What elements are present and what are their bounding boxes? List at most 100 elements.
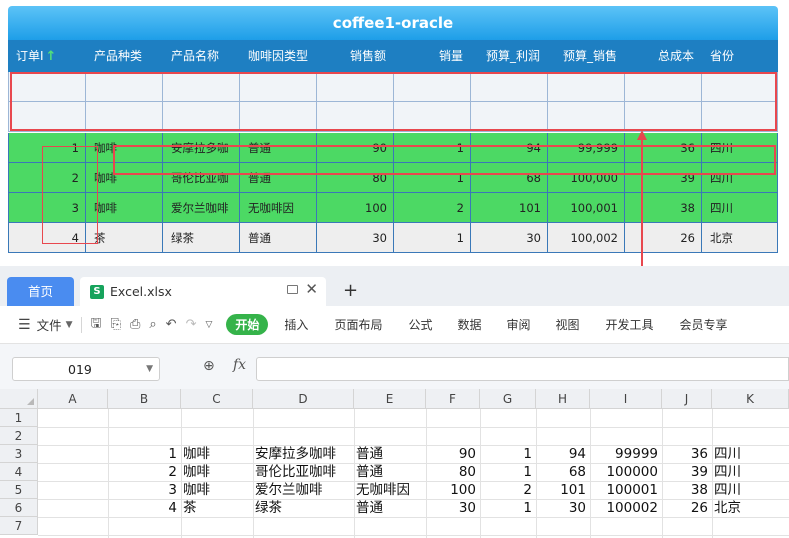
row-header[interactable]: 3 bbox=[0, 445, 38, 463]
ribbon-tab-page-layout[interactable]: 页面布局 bbox=[334, 316, 382, 333]
cell-category[interactable]: 茶 bbox=[181, 499, 253, 517]
column-header[interactable]: J bbox=[662, 389, 712, 409]
cell-caffeine-type[interactable]: 普通 bbox=[354, 463, 426, 481]
ribbon-tab-data[interactable]: 数据 bbox=[457, 316, 481, 333]
report-data-row[interactable]: 4 茶 绿茶 普通 30 1 30 100,002 26 北京 bbox=[8, 223, 778, 253]
cell-total-cost[interactable]: 36 bbox=[662, 445, 712, 463]
cell-category[interactable]: 咖啡 bbox=[181, 481, 253, 499]
column-header-quantity[interactable]: 销量 bbox=[394, 40, 471, 72]
row-header[interactable]: 7 bbox=[0, 517, 38, 535]
cell-budget-profit[interactable]: 68 bbox=[536, 463, 590, 481]
row-header[interactable]: 2 bbox=[0, 427, 38, 445]
cell-province[interactable]: 四川 bbox=[712, 463, 789, 481]
cell-caffeine-type[interactable]: 普通 bbox=[354, 445, 426, 463]
column-header[interactable]: K bbox=[712, 389, 789, 409]
redo-icon[interactable]: ↷ bbox=[186, 317, 197, 332]
cell-order-id[interactable]: 3 bbox=[108, 481, 181, 499]
cell-budget-profit[interactable]: 101 bbox=[536, 481, 590, 499]
column-header[interactable]: C bbox=[181, 389, 253, 409]
report-data-row[interactable]: 2 咖啡 哥伦比亚咖 普通 80 1 68 100,000 39 四川 bbox=[8, 163, 778, 193]
row-header[interactable]: 5 bbox=[0, 481, 38, 499]
cell-caffeine-type[interactable]: 无咖啡因 bbox=[354, 481, 426, 499]
column-header-total-cost[interactable]: 总成本 bbox=[625, 40, 702, 72]
cell-quantity[interactable]: 1 bbox=[480, 499, 536, 517]
chevron-down-icon[interactable]: ▼ bbox=[66, 320, 73, 330]
cell-sales[interactable]: 100 bbox=[426, 481, 480, 499]
cell-sales[interactable]: 90 bbox=[426, 445, 480, 463]
cell-total-cost[interactable]: 39 bbox=[662, 463, 712, 481]
column-header[interactable]: A bbox=[38, 389, 108, 409]
column-header-budget-profit[interactable]: 预算_利润 bbox=[471, 40, 548, 72]
ribbon-tab-home[interactable]: 开始 bbox=[226, 314, 269, 335]
window-icon[interactable] bbox=[287, 285, 298, 294]
print-icon[interactable]: ⎙ bbox=[130, 317, 140, 332]
column-header[interactable]: B bbox=[108, 389, 181, 409]
cell-total-cost[interactable]: 26 bbox=[662, 499, 712, 517]
column-header-caffeine-type[interactable]: 咖啡因类型 bbox=[240, 40, 317, 72]
chevron-down-icon[interactable]: ▼ bbox=[146, 364, 153, 374]
spreadsheet-grid[interactable]: A B C D E F G H I J K 1 2 3 4 5 6 7 1 咖啡 安摩拉多咖啡 普通 90 1 94 99999 3… bbox=[0, 389, 789, 538]
cell-province[interactable]: 四川 bbox=[712, 445, 789, 463]
column-header[interactable]: F bbox=[426, 389, 480, 409]
report-data-row[interactable]: 3 咖啡 爱尔兰咖啡 无咖啡因 100 2 101 100,001 38 四川 bbox=[8, 193, 778, 223]
row-header[interactable]: 6 bbox=[0, 499, 38, 517]
select-all-corner[interactable] bbox=[0, 389, 38, 409]
column-header[interactable]: I bbox=[590, 389, 662, 409]
cell-product-name[interactable]: 安摩拉多咖啡 bbox=[253, 445, 354, 463]
cell-budget-sales[interactable]: 100002 bbox=[590, 499, 662, 517]
cell-total-cost[interactable]: 38 bbox=[662, 481, 712, 499]
ribbon-tab-member[interactable]: 会员专享 bbox=[680, 316, 728, 333]
ribbon-tab-view[interactable]: 视图 bbox=[556, 316, 580, 333]
cell-budget-sales[interactable]: 99999 bbox=[590, 445, 662, 463]
ribbon-tab-formulas[interactable]: 公式 bbox=[408, 316, 432, 333]
hamburger-menu-icon[interactable]: ☰ bbox=[18, 317, 31, 333]
cell-budget-sales[interactable]: 100000 bbox=[590, 463, 662, 481]
cell-category[interactable]: 咖啡 bbox=[181, 445, 253, 463]
cell-sales[interactable]: 30 bbox=[426, 499, 480, 517]
row-header[interactable]: 1 bbox=[0, 409, 38, 427]
file-menu[interactable]: 文件 bbox=[37, 315, 62, 334]
column-header-province[interactable]: 省份 bbox=[702, 40, 778, 72]
cell-budget-profit[interactable]: 30 bbox=[536, 499, 590, 517]
ribbon-tab-developer[interactable]: 开发工具 bbox=[606, 316, 654, 333]
cell-order-id[interactable]: 4 bbox=[108, 499, 181, 517]
cell-quantity[interactable]: 2 bbox=[480, 481, 536, 499]
print-preview-icon[interactable]: ⌕ bbox=[149, 317, 156, 332]
row-header[interactable]: 4 bbox=[0, 463, 38, 481]
cell-product-name[interactable]: 绿茶 bbox=[253, 499, 354, 517]
fx-icon[interactable]: fx bbox=[233, 357, 246, 373]
cell-province[interactable]: 北京 bbox=[712, 499, 789, 517]
format-painter-icon[interactable]: ⎘ bbox=[111, 317, 121, 332]
cell-quantity[interactable]: 1 bbox=[480, 445, 536, 463]
zoom-icon[interactable]: ⊕ bbox=[203, 358, 215, 374]
cell-quantity[interactable]: 1 bbox=[480, 463, 536, 481]
close-icon[interactable]: ✕ bbox=[305, 280, 318, 298]
cell-budget-sales[interactable]: 100001 bbox=[590, 481, 662, 499]
column-header-category[interactable]: 产品种类 bbox=[86, 40, 163, 72]
more-chevron-icon[interactable]: ▽ bbox=[205, 320, 212, 330]
cell-budget-profit[interactable]: 94 bbox=[536, 445, 590, 463]
column-header-product-name[interactable]: 产品名称 bbox=[163, 40, 240, 72]
ribbon-tab-insert[interactable]: 插入 bbox=[284, 316, 308, 333]
undo-icon[interactable]: ↶ bbox=[166, 317, 177, 332]
cell-province[interactable]: 四川 bbox=[712, 481, 789, 499]
column-header[interactable]: H bbox=[536, 389, 590, 409]
tab-home[interactable]: 首页 bbox=[7, 277, 74, 306]
formula-input[interactable] bbox=[256, 357, 789, 381]
column-header[interactable]: G bbox=[480, 389, 536, 409]
column-header-budget-sales[interactable]: 预算_销售 bbox=[548, 40, 625, 72]
cell-order-id[interactable]: 1 bbox=[108, 445, 181, 463]
sort-ascending-arrow-icon[interactable]: ↑ bbox=[46, 49, 57, 64]
column-header[interactable]: E bbox=[354, 389, 426, 409]
cell-sales[interactable]: 80 bbox=[426, 463, 480, 481]
cell-product-name[interactable]: 哥伦比亚咖啡 bbox=[253, 463, 354, 481]
column-header-sales[interactable]: 销售额 bbox=[317, 40, 394, 72]
cell-caffeine-type[interactable]: 普通 bbox=[354, 499, 426, 517]
new-tab-plus-icon[interactable]: + bbox=[343, 280, 358, 301]
save-icon[interactable]: 🖫 bbox=[91, 314, 102, 336]
column-header[interactable]: D bbox=[253, 389, 354, 409]
report-data-row[interactable]: 1 咖啡 安摩拉多咖 普通 90 1 94 99,999 36 四川 bbox=[8, 133, 778, 163]
tab-excel-file[interactable]: S Excel.xlsx ✕ bbox=[80, 277, 326, 306]
cell-product-name[interactable]: 爱尔兰咖啡 bbox=[253, 481, 354, 499]
name-box[interactable]: 019 ▼ bbox=[12, 357, 160, 381]
